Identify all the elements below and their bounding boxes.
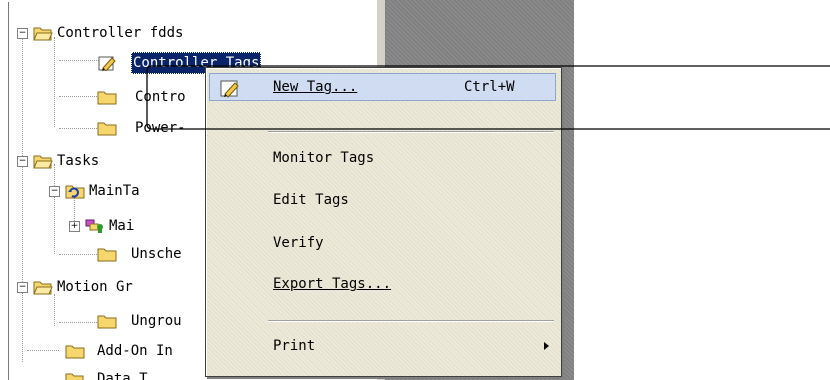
callout-bracket	[146, 65, 830, 130]
